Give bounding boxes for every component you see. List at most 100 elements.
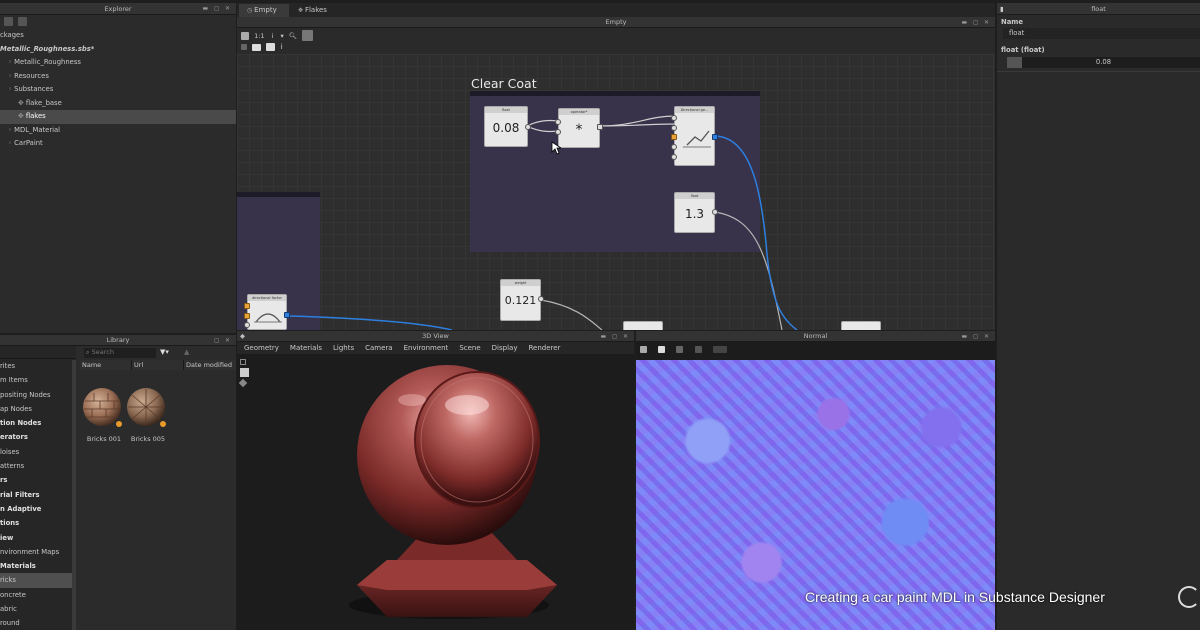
open-package-icon[interactable] [18,17,28,26]
library-category-item[interactable]: tions [0,516,76,530]
library-category-item[interactable]: positing Nodes [0,388,76,402]
library-search-field[interactable]: ⌕ [84,348,156,358]
comment-icon[interactable] [252,43,262,51]
node-directional[interactable]: directional factor [244,294,290,330]
library-category-item[interactable]: n Adaptive [0,502,76,516]
normal-toolbar-pin-icon[interactable] [694,345,702,353]
view3d-menu-item[interactable]: Environment [404,342,449,354]
wire-fresnel-blue [713,135,798,330]
library-category-item[interactable]: Materials [0,559,76,573]
library-category-item[interactable]: rs [0,473,76,487]
graph-canvas[interactable]: Clear Coat float 0.08 operator* * Direct… [237,54,995,330]
library-category-item[interactable]: erators [0,430,76,444]
explorer-item[interactable]: ✥ flake_base [0,97,236,111]
graph-panel-controls-icon[interactable]: ▬ ◻ ✕ [962,17,992,28]
explorer-item-label: ckages [0,31,24,39]
library-thumb-2[interactable]: Bricks 005 [126,387,170,443]
library-category-item[interactable]: iew [0,531,76,545]
node-multiply[interactable]: operator* * [555,108,603,148]
explorer-item[interactable]: Metallic_Roughness.sbs* [0,43,236,57]
node-fresnel-output[interactable] [712,134,718,140]
properties-value-slider[interactable]: 0.08 [1007,57,1200,68]
view3d-menu-item[interactable]: Lights [333,342,354,354]
tab-flakes[interactable]: ✥ Flakes [292,4,342,17]
col-name[interactable]: Name [80,360,132,370]
dropdown-icon[interactable]: ▾ [281,32,284,40]
brush-icon[interactable] [302,30,314,41]
info-small-icon[interactable]: i [281,43,283,51]
new-package-icon[interactable] [4,17,13,26]
node-weight[interactable]: weight 0.121 [500,279,544,321]
frame-icon[interactable] [241,44,247,50]
node-directional-in-3[interactable] [244,322,250,328]
library-scrollbar[interactable] [72,360,76,630]
node-fresnel-in-5[interactable] [671,154,677,160]
node-fresnel[interactable]: Directional ge... [671,106,718,166]
node-fresnel-in-4[interactable] [671,144,677,150]
properties-title-text: float [1091,5,1106,13]
filter-icon[interactable]: ▼▾ [160,348,169,356]
view3d-menu-item[interactable]: Camera [365,342,392,354]
node-directional-in-1[interactable] [244,303,250,309]
explorer-item[interactable]: ckages [0,29,236,43]
node-float-b-output-pin[interactable] [712,209,718,215]
explorer-item[interactable]: ◦ Metallic_Roughness [0,56,236,70]
normal-toolbar-grid-icon[interactable] [640,345,647,353]
view3d-menu-item[interactable]: Display [492,342,518,354]
panel-controls-icon[interactable]: ▬ ◻ ✕ [203,3,233,15]
node-multiply-input-a[interactable] [555,119,561,125]
node-fresnel-in-3[interactable] [671,134,677,140]
library-category-item[interactable]: tion Nodes [0,416,76,430]
explorer-item[interactable]: ◦ Resources [0,70,236,84]
explorer-item[interactable]: ✥ flakes [0,110,236,124]
explorer-item[interactable]: ◦ MDL_Material [0,124,236,138]
library-panel-controls-icon[interactable]: ◻ ✕ [214,335,232,346]
zoom-label[interactable]: 1:1 [254,32,264,40]
fit-view-icon[interactable] [241,31,249,40]
search-icon[interactable]: 🔍︎ [289,32,297,40]
pin-icon[interactable] [266,43,276,51]
node-weight-output-pin[interactable] [538,296,544,302]
view3d-menu-item[interactable]: Geometry [244,342,279,354]
library-category-item[interactable]: rial Filters [0,488,76,502]
library-category-item[interactable]: atterns [0,459,76,473]
node-directional-output[interactable] [284,312,290,318]
node-directional-in-2[interactable] [244,313,250,319]
node-multiply-input-b[interactable] [555,129,561,135]
col-date-modified[interactable]: Date modified [184,360,236,370]
explorer-item[interactable]: ◦ CarPaint [0,137,236,151]
node-float-b[interactable]: float 1.3 [674,192,718,233]
library-category-item[interactable]: ricks [0,573,76,588]
node-partial-a[interactable] [623,321,663,330]
library-category-item[interactable]: m Items [0,373,76,387]
view3d-menu-item[interactable]: Renderer [528,342,560,354]
library-search-input[interactable] [91,348,152,356]
node-multiply-output[interactable] [597,124,603,130]
normal-toolbar-channel-icon[interactable] [712,345,727,353]
library-thumb-1[interactable]: Bricks 001 [82,387,126,443]
node-fresnel-in-2[interactable] [671,125,677,131]
view3d-menu-item[interactable]: Materials [290,342,322,354]
node-float-a-output-pin[interactable] [525,124,531,130]
normal-panel-controls-icon[interactable]: ▬ ◻ ✕ [962,331,992,342]
view3d-menu-item[interactable]: Scene [459,342,480,354]
sort-icon[interactable]: ▲ [184,348,189,356]
node-fresnel-in-1[interactable] [671,115,677,121]
explorer-item[interactable]: ◦ Substances [0,83,236,97]
tab-empty[interactable]: ◷ Empty [239,4,289,17]
normal-toolbar-image-icon[interactable] [658,345,666,353]
view3d-panel-controls-icon[interactable]: ▬ ◻ ✕ [601,331,631,342]
library-category-item[interactable]: abric [0,602,76,616]
col-url[interactable]: Url [132,360,184,370]
library-category-item[interactable]: oncrete [0,588,76,602]
node-partial-b[interactable] [841,321,881,330]
properties-name-field[interactable]: float [1003,28,1200,39]
library-category-item[interactable]: ap Nodes [0,402,76,416]
library-category-item[interactable]: rites [0,359,76,373]
library-category-item[interactable]: nvironment Maps [0,545,76,559]
library-category-item[interactable]: loises [0,445,76,459]
library-category-item[interactable]: round [0,616,76,630]
node-float-a[interactable]: float 0.08 [484,106,531,147]
info-icon[interactable]: i [272,32,274,40]
normal-toolbar-settings-icon[interactable] [676,345,684,353]
